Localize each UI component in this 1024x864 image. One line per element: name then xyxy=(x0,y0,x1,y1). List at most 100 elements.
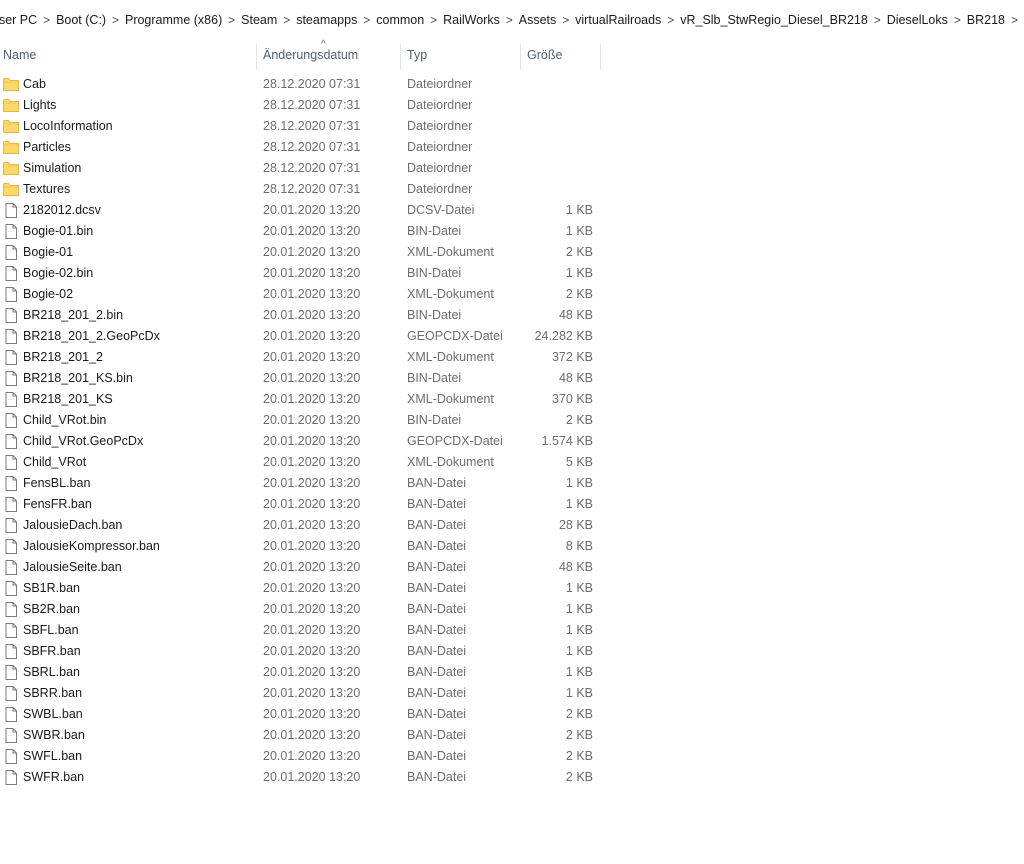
file-name[interactable]: BR218_201_2.bin xyxy=(23,305,123,326)
breadcrumb-chevron-icon[interactable]: > xyxy=(1005,13,1024,27)
file-row[interactable]: BR218_201_2.bin 20.01.2020 13:20 BIN-Datei… xyxy=(0,305,1024,326)
column-divider[interactable] xyxy=(400,44,401,70)
file-name[interactable]: SBFL.ban xyxy=(23,620,79,641)
breadcrumb-chevron-icon[interactable]: > xyxy=(556,13,575,27)
file-row[interactable]: SWBR.ban 20.01.2020 13:20 BAN-Datei 2 KB xyxy=(0,725,1024,746)
file-name[interactable]: JalousieDach.ban xyxy=(23,515,122,536)
file-row[interactable]: SBRL.ban 20.01.2020 13:20 BAN-Datei 1 KB xyxy=(0,662,1024,683)
file-row[interactable]: BR218_201_2.GeoPcDx 20.01.2020 13:20 GEOPC… xyxy=(0,326,1024,347)
file-name[interactable]: Child_VRot.GeoPcDx xyxy=(23,431,143,452)
file-row[interactable]: Child_VRot.GeoPcDx 20.01.2020 13:20 GEOPCD… xyxy=(0,431,1024,452)
column-divider[interactable] xyxy=(256,44,257,70)
file-name[interactable]: Bogie-02.bin xyxy=(23,263,93,284)
file-row[interactable]: SBFR.ban 20.01.2020 13:20 BAN-Datei 1 KB xyxy=(0,641,1024,662)
file-name[interactable]: SB1R.ban xyxy=(23,578,80,599)
file-row[interactable]: Textures 28.12.2020 07:31 Dateiordner xyxy=(0,179,1024,200)
file-name[interactable]: SWFL.ban xyxy=(23,746,82,767)
file-name[interactable]: JalousieKompressor.ban xyxy=(23,536,160,557)
file-row[interactable]: FensFR.ban 20.01.2020 13:20 BAN-Datei 1 KB xyxy=(0,494,1024,515)
breadcrumb-item-steam[interactable]: Steam xyxy=(241,13,277,27)
file-name[interactable]: FensBL.ban xyxy=(23,473,90,494)
column-header-name[interactable]: Name xyxy=(3,40,255,70)
file-name[interactable]: Textures xyxy=(23,179,70,200)
breadcrumb-item-virtualrailroads[interactable]: virtualRailroads xyxy=(575,13,661,27)
breadcrumb-item-br218[interactable]: BR218 xyxy=(967,13,1005,27)
file-name[interactable]: SWBL.ban xyxy=(23,704,83,725)
breadcrumb-item-assets[interactable]: Assets xyxy=(519,13,557,27)
breadcrumb-item-boot-drive[interactable]: Boot (C:) xyxy=(56,13,106,27)
file-row[interactable]: SB2R.ban 20.01.2020 13:20 BAN-Datei 1 KB xyxy=(0,599,1024,620)
file-name[interactable]: Child_VRot.bin xyxy=(23,410,106,431)
breadcrumb-item-this-pc[interactable]: eser PC xyxy=(0,13,37,27)
file-name[interactable]: JalousieSeite.ban xyxy=(23,557,122,578)
breadcrumb-chevron-icon[interactable]: > xyxy=(277,13,296,27)
file-row[interactable]: Bogie-02 20.01.2020 13:20 XML-Dokument 2 KB xyxy=(0,284,1024,305)
breadcrumb-chevron-icon[interactable]: > xyxy=(500,13,519,27)
file-name[interactable]: SBRL.ban xyxy=(23,662,80,683)
file-row[interactable]: SWBL.ban 20.01.2020 13:20 BAN-Datei 2 KB xyxy=(0,704,1024,725)
file-row[interactable]: BR218_201_KS 20.01.2020 13:20 XML-Dokument… xyxy=(0,389,1024,410)
breadcrumb-item-br218-package[interactable]: vR_Slb_StwRegio_Diesel_BR218 xyxy=(680,13,868,27)
file-row[interactable]: 2182012.dcsv 20.01.2020 13:20 DCSV-Datei 1 … xyxy=(0,200,1024,221)
breadcrumb-chevron-icon[interactable]: > xyxy=(106,13,125,27)
file-row[interactable]: LocoInformation 28.12.2020 07:31 Dateiordn… xyxy=(0,116,1024,137)
file-row[interactable]: Bogie-01.bin 20.01.2020 13:20 BIN-Datei 1 K… xyxy=(0,221,1024,242)
file-name[interactable]: SBRR.ban xyxy=(23,683,82,704)
file-name[interactable]: BR218_201_KS xyxy=(23,389,113,410)
file-row[interactable]: Child_VRot 20.01.2020 13:20 XML-Dokument 5 … xyxy=(0,452,1024,473)
file-row[interactable]: Child_VRot.bin 20.01.2020 13:20 BIN-Datei 2… xyxy=(0,410,1024,431)
file-name[interactable]: SWBR.ban xyxy=(23,725,85,746)
file-name[interactable]: Particles xyxy=(23,137,71,158)
file-row[interactable]: Cab 28.12.2020 07:31 Dateiordner xyxy=(0,74,1024,95)
file-name[interactable]: Cab xyxy=(23,74,46,95)
file-name[interactable]: SB2R.ban xyxy=(23,599,80,620)
file-row[interactable]: SWFL.ban 20.01.2020 13:20 BAN-Datei 2 KB xyxy=(0,746,1024,767)
file-name[interactable]: Simulation xyxy=(23,158,81,179)
file-name[interactable]: SWFR.ban xyxy=(23,767,84,788)
file-name[interactable]: Lights xyxy=(23,95,56,116)
file-name[interactable]: Child_VRot xyxy=(23,452,86,473)
file-row[interactable]: BR218_201_KS.bin 20.01.2020 13:20 BIN-Date… xyxy=(0,368,1024,389)
file-row[interactable]: Lights 28.12.2020 07:31 Dateiordner xyxy=(0,95,1024,116)
file-row[interactable]: SWFR.ban 20.01.2020 13:20 BAN-Datei 2 KB xyxy=(0,767,1024,788)
breadcrumb-chevron-icon[interactable]: > xyxy=(948,13,967,27)
file-row[interactable]: BR218_201_2 20.01.2020 13:20 XML-Dokument 3… xyxy=(0,347,1024,368)
breadcrumb-item-common[interactable]: common xyxy=(376,13,424,27)
file-name[interactable]: BR218_201_2.GeoPcDx xyxy=(23,326,160,347)
breadcrumb-chevron-icon[interactable]: > xyxy=(37,13,56,27)
breadcrumb-item-diesselloks[interactable]: DieselLoks xyxy=(887,13,948,27)
file-name[interactable]: Bogie-01 xyxy=(23,242,73,263)
file-row[interactable]: Particles 28.12.2020 07:31 Dateiordner xyxy=(0,137,1024,158)
file-name[interactable]: FensFR.ban xyxy=(23,494,92,515)
file-row[interactable]: SBRR.ban 20.01.2020 13:20 BAN-Datei 1 KB xyxy=(0,683,1024,704)
file-name[interactable]: LocoInformation xyxy=(23,116,113,137)
breadcrumb-chevron-icon[interactable]: > xyxy=(222,13,241,27)
breadcrumb-item-steamapps[interactable]: steamapps xyxy=(296,13,357,27)
breadcrumb-item-programme[interactable]: Programme (x86) xyxy=(125,13,222,27)
column-header-type[interactable]: Typ xyxy=(407,40,517,70)
file-row[interactable]: FensBL.ban 20.01.2020 13:20 BAN-Datei 1 KB xyxy=(0,473,1024,494)
file-name[interactable]: Bogie-01.bin xyxy=(23,221,93,242)
column-header-date[interactable]: Änderungsdatum xyxy=(263,40,399,70)
column-header-size[interactable]: Größe xyxy=(527,40,597,70)
breadcrumb-chevron-icon[interactable]: > xyxy=(868,13,887,27)
file-row[interactable]: Simulation 28.12.2020 07:31 Dateiordner xyxy=(0,158,1024,179)
file-row[interactable]: SBFL.ban 20.01.2020 13:20 BAN-Datei 1 KB xyxy=(0,620,1024,641)
breadcrumb-chevron-icon[interactable]: > xyxy=(661,13,680,27)
file-row[interactable]: SB1R.ban 20.01.2020 13:20 BAN-Datei 1 KB xyxy=(0,578,1024,599)
column-divider[interactable] xyxy=(520,44,521,70)
file-row[interactable]: JalousieDach.ban 20.01.2020 13:20 BAN-Date… xyxy=(0,515,1024,536)
file-row[interactable]: Bogie-02.bin 20.01.2020 13:20 BIN-Datei 1 K… xyxy=(0,263,1024,284)
file-row[interactable]: JalousieSeite.ban 20.01.2020 13:20 BAN-Dat… xyxy=(0,557,1024,578)
file-name[interactable]: BR218_201_KS.bin xyxy=(23,368,133,389)
file-row[interactable]: Bogie-01 20.01.2020 13:20 XML-Dokument 2 KB xyxy=(0,242,1024,263)
breadcrumb-chevron-icon[interactable]: > xyxy=(357,13,376,27)
file-row[interactable]: JalousieKompressor.ban 20.01.2020 13:20 BA… xyxy=(0,536,1024,557)
file-name[interactable]: BR218_201_2 xyxy=(23,347,103,368)
file-name[interactable]: SBFR.ban xyxy=(23,641,81,662)
file-name[interactable]: 2182012.dcsv xyxy=(23,200,101,221)
column-divider[interactable] xyxy=(600,44,601,70)
breadcrumb-chevron-icon[interactable]: > xyxy=(424,13,443,27)
breadcrumb-item-railworks[interactable]: RailWorks xyxy=(443,13,500,27)
file-name[interactable]: Bogie-02 xyxy=(23,284,73,305)
